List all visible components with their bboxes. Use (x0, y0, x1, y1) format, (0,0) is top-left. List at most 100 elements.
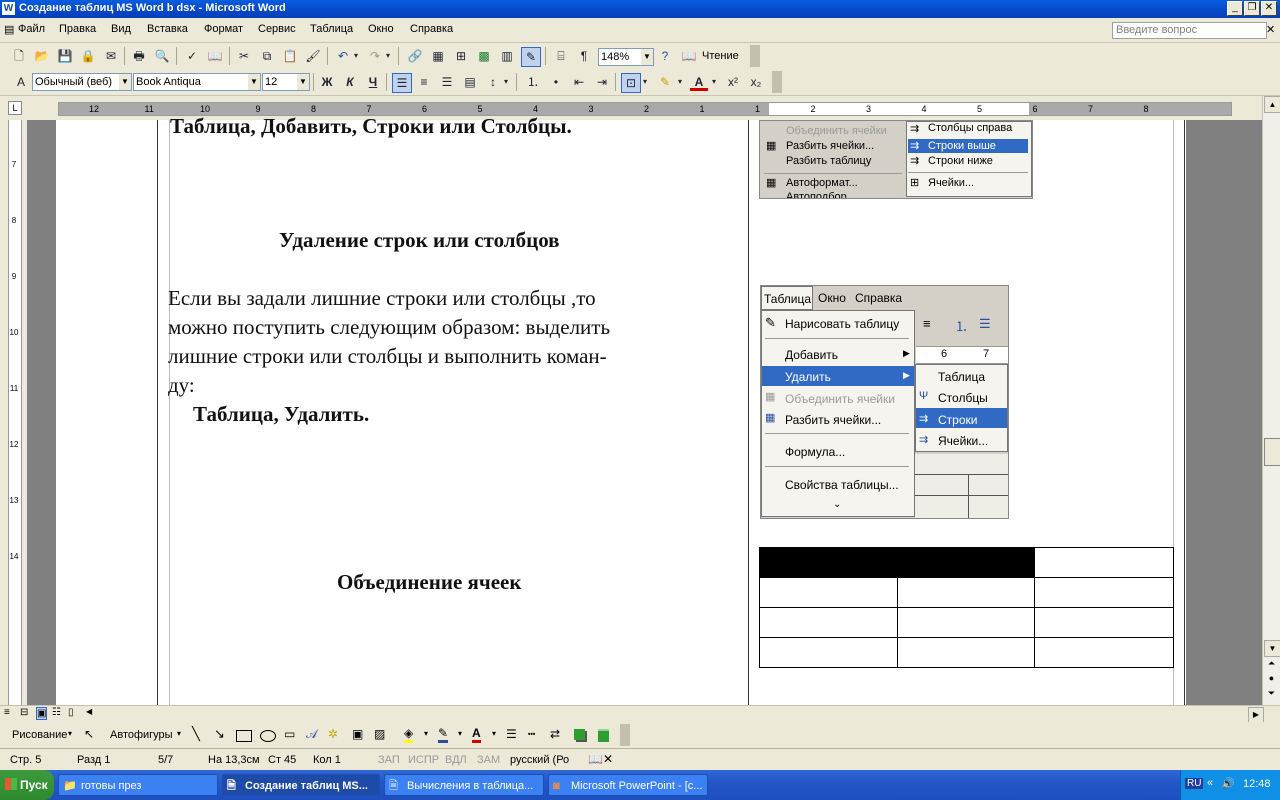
task-powerpoint[interactable]: ◙ Microsoft PowerPoint - [с... (548, 774, 708, 796)
line-spacing-dropdown-icon[interactable]: ▾ (502, 73, 510, 91)
volume-icon[interactable]: 🔊 (1221, 777, 1235, 790)
toolbar-options-icon[interactable] (772, 71, 782, 93)
help-icon[interactable]: ? (656, 47, 674, 65)
redo-dropdown-icon[interactable]: ▾ (384, 47, 392, 65)
highlight-dropdown-icon[interactable]: ▾ (676, 73, 684, 91)
scroll-right-icon[interactable]: ▶ (1248, 707, 1264, 723)
status-rec[interactable]: ЗАП (378, 754, 400, 766)
print-icon[interactable]: 🖶 (130, 47, 148, 65)
fill-color-icon[interactable]: ◈ (404, 726, 414, 743)
columns-icon[interactable]: ▥ (498, 47, 516, 65)
textbox-icon[interactable]: ▭ (284, 727, 295, 741)
increase-indent-icon[interactable]: ⇥ (593, 73, 611, 91)
toolbar-options-icon[interactable] (620, 724, 630, 746)
font-size-select[interactable]: 12 ▼ (262, 73, 310, 91)
menu-help[interactable]: Справка (410, 23, 453, 35)
paste-icon[interactable]: 📋 (281, 47, 299, 65)
minimize-button[interactable]: _ (1227, 1, 1243, 16)
3d-icon[interactable] (598, 729, 609, 742)
borders-dropdown-icon[interactable]: ▾ (641, 73, 649, 91)
font-color-dropdown-icon[interactable]: ▾ (710, 73, 718, 91)
menu-tools[interactable]: Сервис (258, 23, 296, 35)
align-right-icon[interactable]: ☰ (438, 73, 456, 91)
format-painter-icon[interactable]: 🖌 (304, 47, 322, 65)
styles-pane-icon[interactable]: A (12, 73, 30, 91)
numbering-icon[interactable]: ⒈ (524, 73, 542, 91)
line-style-icon[interactable]: ☰ (506, 727, 517, 741)
line-icon[interactable]: ╲ (192, 726, 200, 742)
open-icon[interactable]: 📂 (33, 47, 51, 65)
insert-table-icon[interactable]: ⊞ (452, 47, 470, 65)
document-page[interactable]: Таблица, Добавить, Строки или Столбцы. У… (56, 114, 1186, 705)
align-left-icon[interactable]: ☰ (392, 73, 412, 93)
word-app-icon[interactable]: W (2, 2, 15, 15)
vertical-scrollbar[interactable]: ▲ ▼ ⏶ ● ⏷ (1262, 96, 1280, 705)
drawing-icon[interactable]: ✎ (521, 47, 541, 67)
insert-excel-icon[interactable]: ▩ (475, 47, 493, 65)
drawing-menu[interactable]: Рисование (12, 729, 67, 741)
horizontal-scrollbar[interactable]: ≡ ⊟ ▣ ☷ ▯ ◀ ▶ (0, 705, 1280, 723)
save-icon[interactable]: 💾 (56, 47, 74, 65)
permission-icon[interactable]: 🔒 (79, 47, 97, 65)
undo-dropdown-icon[interactable]: ▾ (352, 47, 360, 65)
cut-icon[interactable]: ✂ (235, 47, 253, 65)
arrow-icon[interactable]: ↘ (214, 726, 225, 742)
close-doc-icon[interactable]: ✕ (1266, 23, 1275, 36)
copy-icon[interactable]: ⧉ (258, 47, 276, 65)
spelling-status-icon[interactable]: 📖✕ (588, 752, 613, 766)
reading-button-label[interactable]: Чтение (702, 50, 739, 62)
prev-page-icon[interactable]: ⏶ (1264, 658, 1279, 672)
menu-insert[interactable]: Вставка (147, 23, 188, 35)
line-spacing-icon[interactable]: ↕ (484, 73, 502, 91)
print-view-icon[interactable]: ▣ (36, 707, 48, 720)
show-hide-icon[interactable]: ¶ (575, 47, 593, 65)
diagram-icon[interactable]: ✲ (328, 727, 338, 741)
hyperlink-icon[interactable]: 🔗 (406, 47, 424, 65)
ask-question-input[interactable]: Введите вопрос (1112, 22, 1267, 39)
rectangle-icon[interactable] (236, 730, 252, 742)
task-folder[interactable]: 📁 готовы през (58, 774, 218, 796)
task-word-calc[interactable]: 🗎 Вычисления в таблица... (384, 774, 544, 796)
underline-button[interactable]: Ч (364, 73, 382, 91)
subscript-icon[interactable]: x₂ (747, 73, 765, 91)
zoom-select[interactable]: 148% ▼ (598, 48, 654, 66)
style-select[interactable]: Обычный (веб) ▼ (32, 73, 132, 91)
document-map-icon[interactable]: ⌸ (552, 47, 570, 65)
language-indicator[interactable]: RU (1185, 778, 1204, 789)
reading-view-icon[interactable]: ▯ (68, 707, 74, 718)
reading-layout-icon[interactable]: 📖 (680, 47, 698, 65)
autoshapes-menu[interactable]: Автофигуры (110, 729, 173, 741)
dash-style-icon[interactable]: ┅ (528, 727, 535, 741)
shadow-icon[interactable] (574, 729, 585, 740)
scroll-up-icon[interactable]: ▲ (1264, 96, 1280, 113)
normal-view-icon[interactable]: ≡ (4, 707, 10, 718)
menu-table[interactable]: Таблица (310, 23, 353, 35)
tables-borders-icon[interactable]: ▦ (429, 47, 447, 65)
scroll-left-icon[interactable]: ◀ (86, 707, 92, 716)
font-select[interactable]: Book Antiqua ▼ (133, 73, 261, 91)
tab-selector-icon[interactable]: L (8, 101, 22, 115)
arrow-style-icon[interactable]: ⇄ (550, 727, 560, 741)
spelling-icon[interactable]: ✓ (183, 47, 201, 65)
clipart-icon[interactable]: ▣ (352, 727, 363, 741)
web-view-icon[interactable]: ⊟ (20, 707, 28, 718)
font-color-icon[interactable]: A (690, 73, 708, 91)
select-objects-icon[interactable]: ↖ (84, 727, 94, 741)
status-track[interactable]: ИСПР (408, 754, 439, 766)
email-icon[interactable]: ✉ (102, 47, 120, 65)
scroll-down-icon[interactable]: ▼ (1264, 640, 1280, 657)
redo-icon[interactable]: ↷ (366, 47, 384, 65)
oval-icon[interactable] (260, 730, 276, 742)
new-icon[interactable]: 🗋 (10, 47, 28, 65)
restore-button[interactable]: ❐ (1244, 1, 1260, 16)
toolbar-options-icon[interactable] (750, 45, 760, 67)
bold-button[interactable]: Ж (318, 73, 336, 91)
tray-expand-icon[interactable]: « (1207, 777, 1213, 789)
justify-icon[interactable]: ▤ (461, 73, 479, 91)
borders-icon[interactable]: ⊡ (621, 73, 641, 93)
close-button[interactable]: ✕ (1261, 1, 1277, 16)
status-overtype[interactable]: ЗАМ (477, 754, 500, 766)
italic-button[interactable]: К (341, 73, 359, 91)
menu-edit[interactable]: Правка (59, 23, 96, 35)
doc-icon[interactable]: ▤ (4, 23, 14, 36)
